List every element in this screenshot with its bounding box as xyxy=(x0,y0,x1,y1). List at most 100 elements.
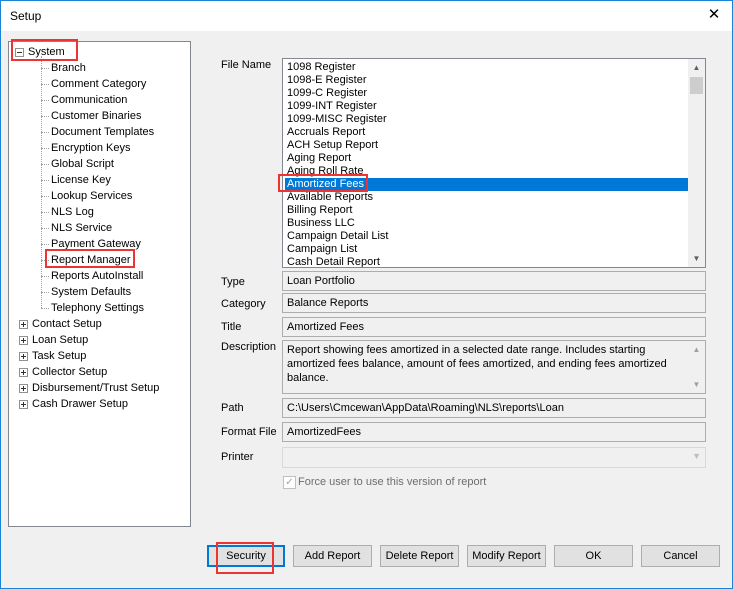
tree-item-task-setup[interactable]: Task Setup xyxy=(19,348,86,364)
expand-icon[interactable] xyxy=(19,320,28,329)
modify-report-button[interactable]: Modify Report xyxy=(467,545,546,567)
file-list-item[interactable]: Campaign Detail List xyxy=(285,230,691,243)
file-list-item[interactable]: Cash Detail Report xyxy=(285,256,691,267)
tree-item-system-defaults[interactable]: System Defaults xyxy=(51,284,131,300)
tree-item-global-script[interactable]: Global Script xyxy=(51,156,114,172)
file-list-scrollbar[interactable]: ▲ ▼ xyxy=(688,59,705,267)
scroll-up-icon[interactable]: ▲ xyxy=(688,59,705,76)
setup-dialog: Setup ✕ System Branch Comment Category Comm… xyxy=(0,0,733,589)
tree-item-label: NLS Log xyxy=(51,206,94,218)
security-button[interactable]: Security xyxy=(207,545,285,567)
tree-item-encryption-keys[interactable]: Encryption Keys xyxy=(51,140,130,156)
description-scrollbar[interactable]: ▲ ▼ xyxy=(688,341,705,393)
scroll-down-icon[interactable]: ▼ xyxy=(688,250,705,267)
file-list-item[interactable]: Aging Roll Rate xyxy=(285,165,691,178)
tree-connector xyxy=(41,196,49,197)
expand-icon[interactable] xyxy=(19,352,28,361)
title-label: Title xyxy=(221,321,242,333)
tree-connector xyxy=(41,228,49,229)
format-file-label: Format File xyxy=(221,426,277,438)
tree-connector xyxy=(41,260,49,261)
tree-item-label: Lookup Services xyxy=(51,190,133,202)
category-field: Balance Reports xyxy=(282,293,706,313)
tree-item-reports-autoinstall[interactable]: Reports AutoInstall xyxy=(51,268,143,284)
tree-item-branch[interactable]: Branch xyxy=(51,60,86,76)
tree-item-nls-log[interactable]: NLS Log xyxy=(51,204,94,220)
file-name-label: File Name xyxy=(221,59,272,71)
tree-item-label: Cash Drawer Setup xyxy=(32,398,128,410)
title-bar: Setup ✕ xyxy=(1,1,732,31)
type-field: Loan Portfolio xyxy=(282,271,706,291)
expand-icon[interactable] xyxy=(19,384,28,393)
tree-connector xyxy=(41,212,49,213)
path-field: C:\Users\Cmcewan\AppData\Roaming\NLS\rep… xyxy=(282,398,706,418)
file-list-item[interactable]: ACH Setup Report xyxy=(285,139,691,152)
tree-item-system[interactable]: System xyxy=(15,44,65,60)
tree-item-nls-service[interactable]: NLS Service xyxy=(51,220,112,236)
tree-item-disbursement-trust-setup[interactable]: Disbursement/Trust Setup xyxy=(19,380,159,396)
ok-button[interactable]: OK xyxy=(554,545,633,567)
add-report-button[interactable]: Add Report xyxy=(293,545,372,567)
setup-tree[interactable]: System Branch Comment Category Communicatio… xyxy=(8,41,191,527)
tree-connector xyxy=(41,180,49,181)
tree-item-customer-binaries[interactable]: Customer Binaries xyxy=(51,108,141,124)
tree-item-license-key[interactable]: License Key xyxy=(51,172,111,188)
scroll-up-icon[interactable]: ▲ xyxy=(688,341,705,358)
tree-item-collector-setup[interactable]: Collector Setup xyxy=(19,364,107,380)
tree-item-label: Collector Setup xyxy=(32,366,108,378)
file-list-item[interactable]: Amortized Fees xyxy=(285,178,691,191)
file-name-list[interactable]: Cash Detail Report Campaign List Campaign … xyxy=(282,58,706,268)
file-list-item[interactable]: Available Reports xyxy=(285,191,691,204)
scroll-down-icon[interactable]: ▼ xyxy=(688,376,705,393)
tree-connector xyxy=(41,276,49,277)
tree-item-cash-drawer-setup[interactable]: Cash Drawer Setup xyxy=(19,396,128,412)
tree-item-label: Encryption Keys xyxy=(51,142,131,154)
tree-item-label: Payment Gateway xyxy=(51,238,141,250)
format-file-field: AmortizedFees xyxy=(282,422,706,442)
chevron-down-icon[interactable]: ▼ xyxy=(692,451,701,461)
description-label: Description xyxy=(221,341,277,353)
tree-item-label: NLS Service xyxy=(51,222,113,234)
tree-item-label: Disbursement/Trust Setup xyxy=(32,382,160,394)
printer-label: Printer xyxy=(221,451,254,463)
tree-item-document-templates[interactable]: Document Templates xyxy=(51,124,154,140)
file-list-item[interactable]: Billing Report xyxy=(285,204,691,217)
close-icon[interactable]: ✕ xyxy=(702,3,726,27)
tree-item-label: Customer Binaries xyxy=(51,110,142,122)
window-title: Setup xyxy=(10,9,42,23)
tree-item-label: Task Setup xyxy=(32,350,87,362)
tree-item-lookup-services[interactable]: Lookup Services xyxy=(51,188,132,204)
printer-select[interactable]: ▼ xyxy=(282,447,706,468)
tree-item-label: Reports AutoInstall xyxy=(51,270,144,282)
file-list-item[interactable]: Aging Report xyxy=(285,152,691,165)
file-list-item[interactable]: 1099-MISC Register xyxy=(285,113,691,126)
file-list-item[interactable]: Business LLC xyxy=(285,217,691,230)
file-list-item[interactable]: 1099-INT Register xyxy=(285,100,691,113)
tree-item-report-manager[interactable]: Report Manager xyxy=(51,252,131,268)
tree-item-communication[interactable]: Communication xyxy=(51,92,127,108)
tree-item-telephony-settings[interactable]: Telephony Settings xyxy=(51,300,144,316)
tree-item-loan-setup[interactable]: Loan Setup xyxy=(19,332,88,348)
file-list-item[interactable]: 1099-C Register xyxy=(285,87,691,100)
cancel-button[interactable]: Cancel xyxy=(641,545,720,567)
collapse-icon[interactable] xyxy=(15,48,24,57)
tree-item-contact-setup[interactable]: Contact Setup xyxy=(19,316,102,332)
file-list-item[interactable]: Campaign List xyxy=(285,243,691,256)
tree-connector xyxy=(41,100,49,101)
expand-icon[interactable] xyxy=(19,368,28,377)
force-version-label: Force user to use this version of report xyxy=(298,476,487,488)
expand-icon[interactable] xyxy=(19,336,28,345)
file-list-item[interactable]: Accruals Report xyxy=(285,126,691,139)
tree-item-payment-gateway[interactable]: Payment Gateway xyxy=(51,236,141,252)
scroll-thumb[interactable] xyxy=(690,77,703,94)
file-list-item[interactable]: 1098-E Register xyxy=(285,74,691,87)
force-version-checkbox[interactable]: ✓ xyxy=(283,476,296,489)
tree-item-label: Branch xyxy=(51,62,86,74)
tree-item-label: Telephony Settings xyxy=(51,302,144,314)
tree-item-label: System Defaults xyxy=(51,286,132,298)
file-list-item[interactable]: 1098 Register xyxy=(285,61,691,74)
tree-item-comment-category[interactable]: Comment Category xyxy=(51,76,146,92)
expand-icon[interactable] xyxy=(19,400,28,409)
delete-report-button[interactable]: Delete Report xyxy=(380,545,459,567)
tree-item-label: Loan Setup xyxy=(32,334,89,346)
